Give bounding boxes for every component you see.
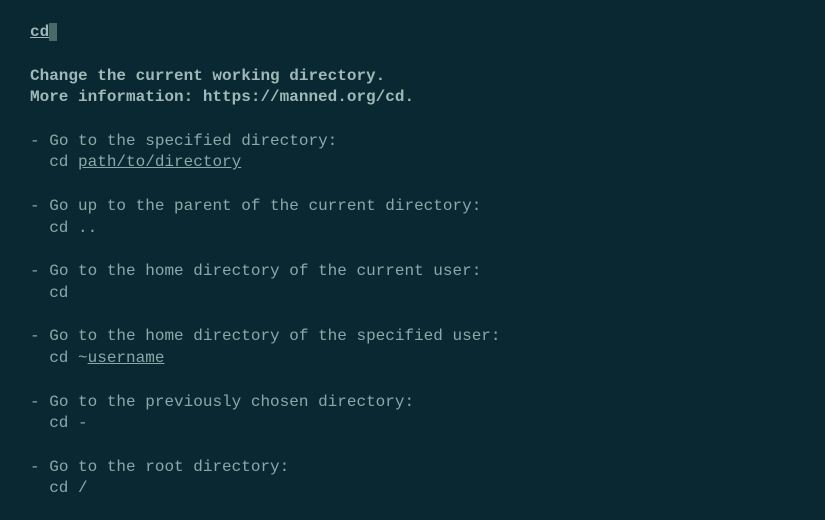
example-item: - Go to the root directory: cd /: [30, 457, 795, 500]
example-item: - Go to the specified directory: cd path…: [30, 131, 795, 174]
example-description: - Go up to the parent of the current dir…: [30, 196, 795, 218]
example-command: cd /: [30, 478, 795, 500]
example-description: - Go to the home directory of the specif…: [30, 326, 795, 348]
example-item: - Go to the home directory of the curren…: [30, 261, 795, 304]
example-command: cd path/to/directory: [30, 152, 795, 174]
terminal-output: cd Change the current working directory.…: [30, 22, 795, 500]
example-item: - Go to the previously chosen directory:…: [30, 392, 795, 435]
example-description: - Go to the home directory of the curren…: [30, 261, 795, 283]
command-placeholder: path/to/directory: [78, 153, 241, 171]
example-command: cd ~username: [30, 348, 795, 370]
example-command: cd: [30, 283, 795, 305]
command-placeholder: username: [88, 349, 165, 367]
example-description: - Go to the specified directory:: [30, 131, 795, 153]
title-line: cd: [30, 22, 795, 44]
example-description: - Go to the root directory:: [30, 457, 795, 479]
command-name: cd: [30, 22, 49, 44]
cursor: [49, 23, 57, 41]
description-line: Change the current working directory.: [30, 66, 795, 88]
example-command: cd ..: [30, 218, 795, 240]
description-line: More information: https://manned.org/cd.: [30, 87, 795, 109]
example-command: cd -: [30, 413, 795, 435]
example-item: - Go to the home directory of the specif…: [30, 326, 795, 369]
example-item: - Go up to the parent of the current dir…: [30, 196, 795, 239]
example-description: - Go to the previously chosen directory:: [30, 392, 795, 414]
description: Change the current working directory. Mo…: [30, 66, 795, 109]
examples-list: - Go to the specified directory: cd path…: [30, 131, 795, 500]
